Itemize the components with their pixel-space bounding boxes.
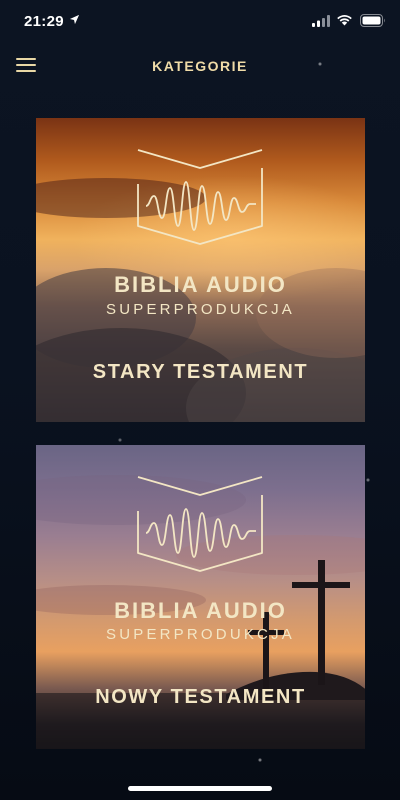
category-card-new-testament[interactable]: BIBLIA AUDIO SUPERPRODUKCJA NOWY TESTAME… — [36, 445, 365, 749]
biblia-audio-logo-icon — [137, 476, 263, 572]
battery-icon — [360, 14, 385, 27]
status-bar: 21:29 — [0, 0, 400, 44]
biblia-audio-logo-icon — [137, 149, 263, 245]
location-arrow-icon — [69, 14, 80, 25]
wifi-icon — [337, 15, 352, 26]
brand-title: BIBLIA AUDIO — [114, 272, 287, 297]
category-card-old-testament[interactable]: BIBLIA AUDIO SUPERPRODUKCJA STARY TESTAM… — [36, 118, 365, 422]
nav-bar: KATEGORIE — [0, 44, 400, 88]
brand-subtitle: SUPERPRODUKCJA — [106, 626, 295, 643]
brand-title: BIBLIA AUDIO — [114, 598, 287, 623]
category-label: STARY TESTAMENT — [92, 361, 309, 383]
brand-subtitle: SUPERPRODUKCJA — [106, 301, 295, 318]
category-label: NOWY TESTAMENT — [95, 686, 306, 708]
cellular-signal-icon — [312, 15, 330, 27]
page-title: KATEGORIE — [152, 58, 248, 74]
status-time: 21:29 — [24, 13, 64, 30]
home-indicator[interactable] — [128, 786, 272, 791]
